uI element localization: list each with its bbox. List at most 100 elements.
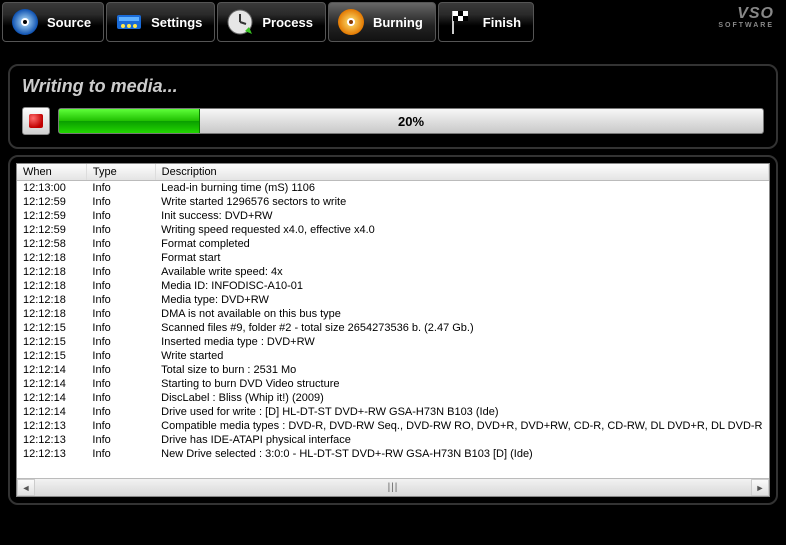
status-title: Writing to media... — [22, 76, 764, 97]
table-row[interactable]: 12:12:13InfoNew Drive selected : 3:0:0 -… — [17, 447, 769, 461]
stop-icon — [29, 114, 43, 128]
col-header-type[interactable]: Type — [86, 164, 155, 181]
cell-when: 12:12:13 — [17, 447, 86, 461]
table-row[interactable]: 12:12:14InfoTotal size to burn : 2531 Mo — [17, 363, 769, 377]
stop-button[interactable] — [22, 107, 50, 135]
cell-when: 12:12:13 — [17, 419, 86, 433]
cell-description: Lead-in burning time (mS) 1106 — [155, 181, 768, 196]
process-button[interactable]: Process — [217, 2, 326, 42]
cell-description: Write started 1296576 sectors to write — [155, 195, 768, 209]
table-row[interactable]: 12:12:14InfoDrive used for write : [D] H… — [17, 405, 769, 419]
cell-description: Writing speed requested x4.0, effective … — [155, 223, 768, 237]
cell-when: 12:13:00 — [17, 181, 86, 196]
cell-when: 12:12:58 — [17, 237, 86, 251]
table-row[interactable]: 12:12:59InfoWriting speed requested x4.0… — [17, 223, 769, 237]
settings-button[interactable]: Settings — [106, 2, 215, 42]
status-panel: Writing to media... 20% — [8, 64, 778, 149]
cell-when: 12:12:14 — [17, 405, 86, 419]
cell-description: Inserted media type : DVD+RW — [155, 335, 768, 349]
log-container: When Type Description 12:13:00InfoLead-i… — [16, 163, 770, 497]
cell-type: Info — [86, 433, 155, 447]
burning-button[interactable]: Burning — [328, 2, 436, 42]
cell-type: Info — [86, 181, 155, 196]
cell-when: 12:12:18 — [17, 307, 86, 321]
cell-description: Init success: DVD+RW — [155, 209, 768, 223]
cell-when: 12:12:15 — [17, 321, 86, 335]
log-scroll[interactable]: When Type Description 12:13:00InfoLead-i… — [17, 164, 769, 478]
table-row[interactable]: 12:12:59InfoWrite started 1296576 sector… — [17, 195, 769, 209]
table-row[interactable]: 12:12:15InfoInserted media type : DVD+RW — [17, 335, 769, 349]
table-row[interactable]: 12:13:00InfoLead-in burning time (mS) 11… — [17, 181, 769, 196]
settings-icon — [113, 6, 145, 38]
brand-line2: SOFTWARE — [718, 22, 774, 29]
cell-when: 12:12:59 — [17, 223, 86, 237]
brand-logo: VSO SOFTWARE — [718, 6, 774, 29]
scroll-right-icon[interactable]: ► — [751, 479, 769, 496]
horizontal-scrollbar[interactable]: ◄ ||| ► — [17, 478, 769, 496]
cell-description: New Drive selected : 3:0:0 - HL-DT-ST DV… — [155, 447, 768, 461]
table-row[interactable]: 12:12:59InfoInit success: DVD+RW — [17, 209, 769, 223]
cell-type: Info — [86, 223, 155, 237]
cell-when: 12:12:14 — [17, 363, 86, 377]
scroll-grip-icon: ||| — [388, 482, 399, 493]
cell-when: 12:12:59 — [17, 209, 86, 223]
cell-type: Info — [86, 251, 155, 265]
cell-when: 12:12:14 — [17, 377, 86, 391]
settings-label: Settings — [151, 15, 202, 30]
cell-type: Info — [86, 195, 155, 209]
table-row[interactable]: 12:12:18InfoDMA is not available on this… — [17, 307, 769, 321]
process-label: Process — [262, 15, 313, 30]
cell-type: Info — [86, 279, 155, 293]
cell-type: Info — [86, 265, 155, 279]
table-row[interactable]: 12:12:18InfoMedia type: DVD+RW — [17, 293, 769, 307]
table-row[interactable]: 12:12:15InfoScanned files #9, folder #2 … — [17, 321, 769, 335]
cell-description: Write started — [155, 349, 768, 363]
cell-type: Info — [86, 321, 155, 335]
table-row[interactable]: 12:12:18InfoAvailable write speed: 4x — [17, 265, 769, 279]
source-button[interactable]: Source — [2, 2, 104, 42]
cell-description: Starting to burn DVD Video structure — [155, 377, 768, 391]
progress-row: 20% — [22, 107, 764, 135]
cell-type: Info — [86, 335, 155, 349]
cell-when: 12:12:15 — [17, 349, 86, 363]
scroll-track[interactable]: ||| — [35, 479, 751, 496]
cell-when: 12:12:18 — [17, 265, 86, 279]
cell-when: 12:12:59 — [17, 195, 86, 209]
cell-type: Info — [86, 405, 155, 419]
cell-type: Info — [86, 377, 155, 391]
cell-type: Info — [86, 391, 155, 405]
table-row[interactable]: 12:12:14InfoStarting to burn DVD Video s… — [17, 377, 769, 391]
col-header-description[interactable]: Description — [155, 164, 768, 181]
cell-description: Compatible media types : DVD-R, DVD-RW S… — [155, 419, 768, 433]
cell-when: 12:12:18 — [17, 293, 86, 307]
cell-description: Media type: DVD+RW — [155, 293, 768, 307]
cell-description: Drive has IDE-ATAPI physical interface — [155, 433, 768, 447]
burning-label: Burning — [373, 15, 423, 30]
cell-description: Available write speed: 4x — [155, 265, 768, 279]
table-row[interactable]: 12:12:14InfoDiscLabel : Bliss (Whip it!)… — [17, 391, 769, 405]
scroll-left-icon[interactable]: ◄ — [17, 479, 35, 496]
clock-icon — [224, 6, 256, 38]
cell-type: Info — [86, 293, 155, 307]
flag-icon — [445, 6, 477, 38]
table-row[interactable]: 12:12:58InfoFormat completed — [17, 237, 769, 251]
table-row[interactable]: 12:12:13InfoDrive has IDE-ATAPI physical… — [17, 433, 769, 447]
table-row[interactable]: 12:12:15InfoWrite started — [17, 349, 769, 363]
table-row[interactable]: 12:12:18InfoMedia ID: INFODISC-A10-01 — [17, 279, 769, 293]
cell-when: 12:12:18 — [17, 279, 86, 293]
cell-type: Info — [86, 209, 155, 223]
log-panel: When Type Description 12:13:00InfoLead-i… — [8, 155, 778, 505]
cell-description: Media ID: INFODISC-A10-01 — [155, 279, 768, 293]
cell-when: 12:12:13 — [17, 433, 86, 447]
col-header-when[interactable]: When — [17, 164, 86, 181]
brand-line1: VSO — [718, 6, 774, 22]
cell-when: 12:12:15 — [17, 335, 86, 349]
finish-button[interactable]: Finish — [438, 2, 534, 42]
cell-description: Format completed — [155, 237, 768, 251]
cell-type: Info — [86, 447, 155, 461]
source-label: Source — [47, 15, 91, 30]
cell-type: Info — [86, 237, 155, 251]
table-row[interactable]: 12:12:13InfoCompatible media types : DVD… — [17, 419, 769, 433]
cell-description: Scanned files #9, folder #2 - total size… — [155, 321, 768, 335]
table-row[interactable]: 12:12:18InfoFormat start — [17, 251, 769, 265]
